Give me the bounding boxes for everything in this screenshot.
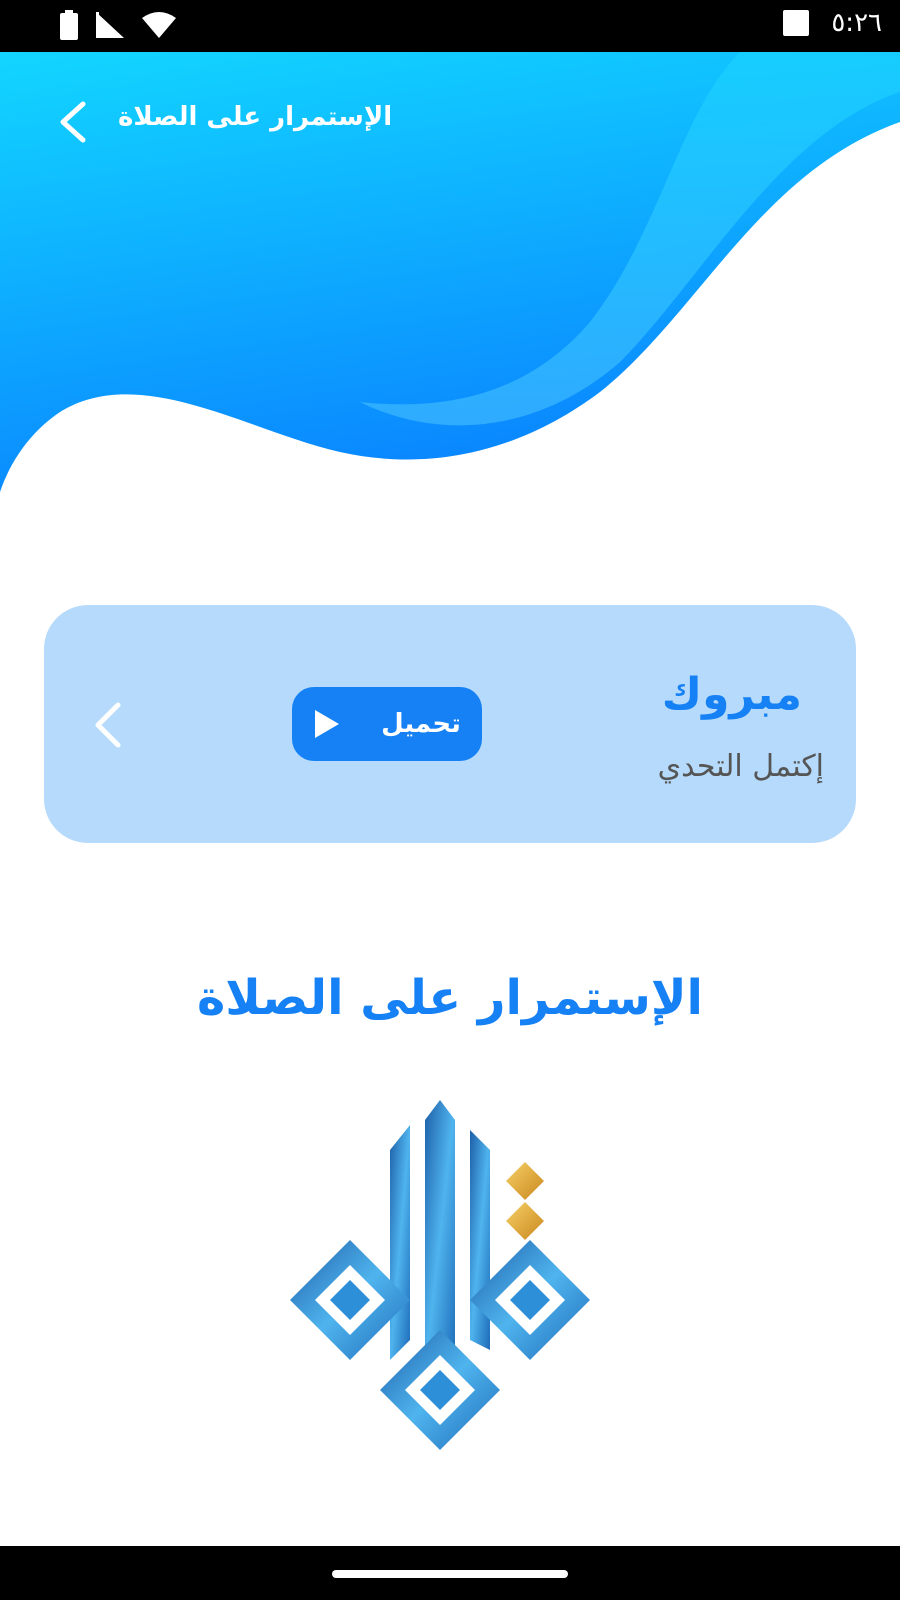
battery-icon bbox=[60, 10, 78, 40]
status-time: ٥:٢٦ bbox=[831, 8, 882, 38]
status-bar: ٥:٢٦ bbox=[0, 0, 900, 52]
home-indicator[interactable] bbox=[332, 1570, 568, 1578]
challenge-complete-card: تحميل مبروك إكتمل التحدي bbox=[44, 605, 856, 843]
notification-square-icon bbox=[783, 10, 810, 36]
wifi-icon bbox=[142, 12, 176, 38]
card-nav-button[interactable] bbox=[84, 695, 130, 755]
status-icons-left bbox=[60, 10, 176, 40]
chevron-left-icon bbox=[95, 702, 121, 748]
calligraphy-logo bbox=[290, 1100, 590, 1450]
chevron-left-icon bbox=[60, 101, 86, 143]
card-title: مبروك bbox=[661, 669, 802, 720]
navigation-bar bbox=[0, 1546, 900, 1600]
status-right: ٥:٢٦ bbox=[783, 8, 882, 38]
download-button[interactable]: تحميل bbox=[292, 687, 482, 761]
card-subtitle: إكتمل التحدي bbox=[657, 749, 824, 784]
back-button[interactable] bbox=[48, 96, 96, 148]
header-title: الإستمرار على الصلاة bbox=[118, 102, 393, 132]
signal-icon bbox=[96, 12, 124, 38]
app-header: الإستمرار على الصلاة bbox=[0, 92, 900, 152]
page-title: الإستمرار على الصلاة bbox=[196, 970, 704, 1026]
download-label: تحميل bbox=[381, 709, 461, 739]
play-icon bbox=[315, 710, 340, 738]
